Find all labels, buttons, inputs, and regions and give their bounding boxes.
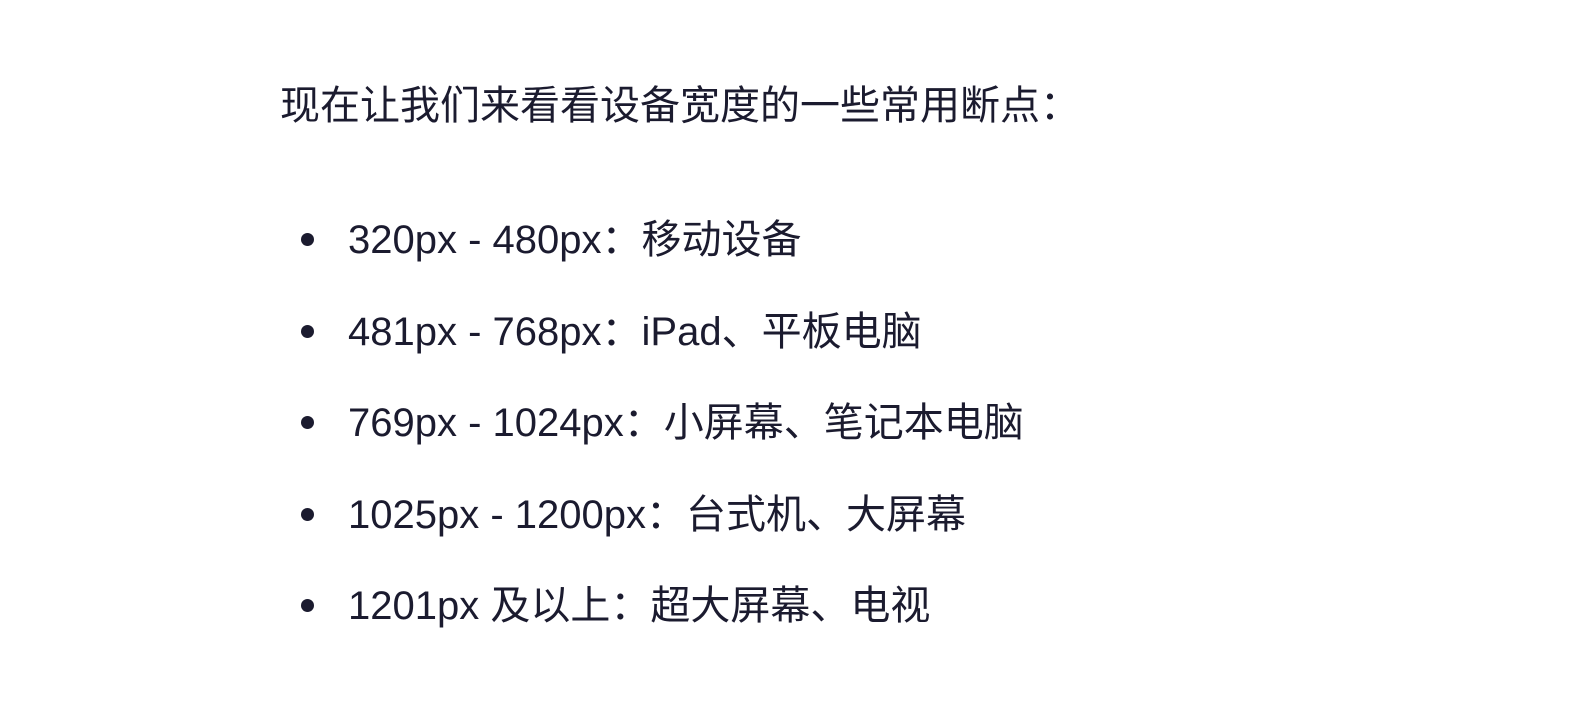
breakpoint-list: 320px - 480px：移动设备 481px - 768px：iPad、平板…: [280, 212, 1024, 670]
breakpoint-text: 769px - 1024px：小屏幕、笔记本电脑: [348, 401, 1024, 445]
breakpoint-text: 1201px 及以上：超大屏幕、电视: [348, 584, 931, 628]
list-item: 769px - 1024px：小屏幕、笔记本电脑: [280, 395, 1024, 487]
list-item: 1201px 及以上：超大屏幕、电视: [280, 578, 1024, 670]
bullet-icon: [301, 416, 314, 429]
bullet-icon: [301, 599, 314, 612]
bullet-icon: [301, 233, 314, 246]
list-item: 1025px - 1200px：台式机、大屏幕: [280, 487, 1024, 579]
list-item: 320px - 480px：移动设备: [280, 212, 1024, 304]
breakpoint-text: 1025px - 1200px：台式机、大屏幕: [348, 492, 967, 537]
breakpoint-text: 320px - 480px：移动设备: [348, 218, 802, 262]
intro-paragraph: 现在让我们来看看设备宽度的一些常用断点：: [280, 84, 1080, 128]
breakpoint-text: 481px - 768px：iPad、平板电脑: [348, 309, 922, 354]
bullet-icon: [301, 507, 314, 521]
list-item: 481px - 768px：iPad、平板电脑: [280, 304, 1024, 396]
bullet-icon: [301, 324, 314, 338]
